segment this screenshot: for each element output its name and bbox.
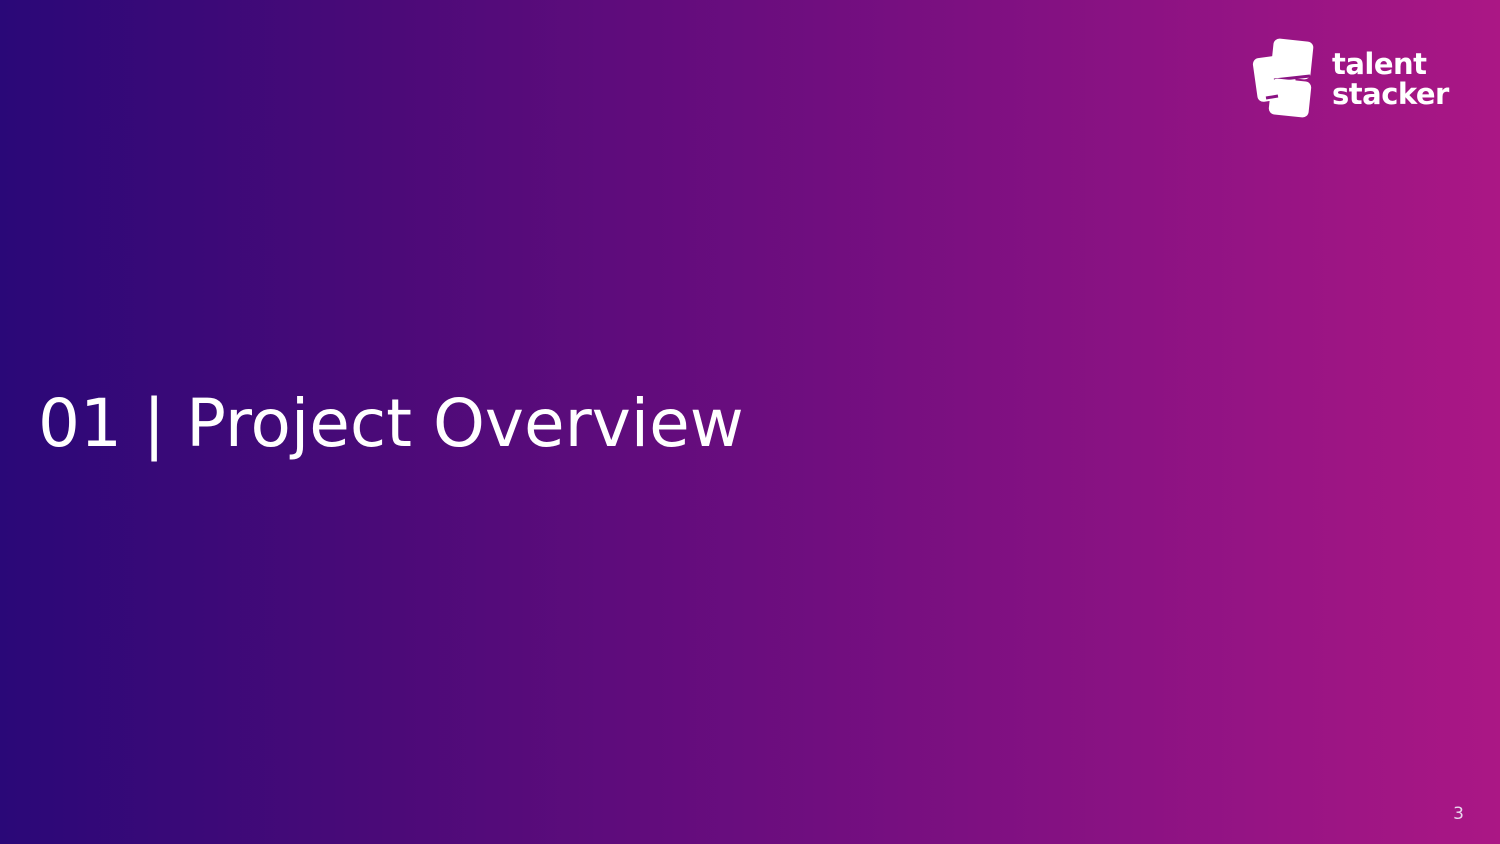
stacked-cards-logo-icon <box>1252 38 1314 118</box>
logo-wordmark: talent stacker <box>1332 49 1449 109</box>
logo-line-1: talent <box>1332 47 1427 81</box>
slide-title: 01 | Project Overview <box>38 385 744 462</box>
logo-line-2: stacker <box>1332 77 1449 111</box>
talent-stacker-logo: talent stacker <box>1252 36 1467 122</box>
page-number: 3 <box>1453 804 1464 824</box>
slide: talent stacker 01 | Project Overview 3 <box>0 0 1500 844</box>
